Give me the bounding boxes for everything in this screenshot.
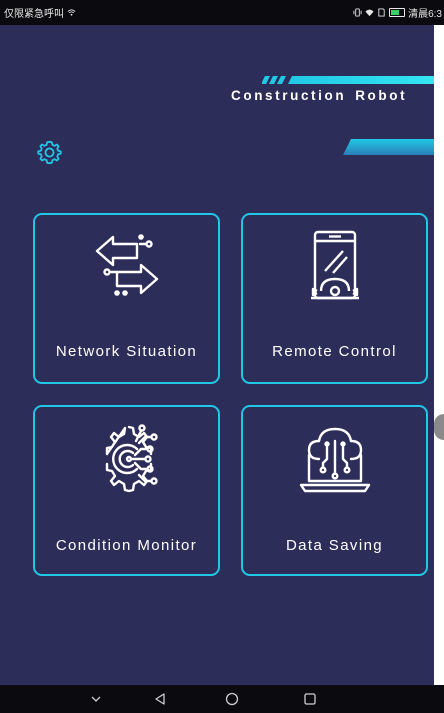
data-saving-card[interactable]: Data Saving: [241, 405, 428, 576]
chevron-down-icon[interactable]: [84, 685, 108, 713]
accent-bar-decoration: [343, 139, 434, 155]
sim-icon: [378, 8, 385, 17]
title-banner-decoration: [262, 76, 434, 84]
wifi-icon: [67, 9, 76, 16]
scroll-handle[interactable]: [434, 414, 444, 440]
battery-icon: [389, 8, 406, 17]
app-title-word-1: Construction: [231, 88, 347, 103]
vibrate-icon: [353, 8, 362, 17]
back-triangle-icon[interactable]: [148, 685, 172, 713]
card-label: Data Saving: [285, 537, 384, 554]
recents-square-icon[interactable]: [298, 685, 322, 713]
remote-control-phone-icon: [310, 230, 359, 300]
home-circle-icon[interactable]: [220, 685, 244, 713]
remote-control-card[interactable]: Remote Control: [241, 213, 428, 384]
network-situation-card[interactable]: Network Situation: [33, 213, 220, 384]
app-title-word-2: Robot: [355, 88, 408, 103]
edge-strip: [434, 25, 444, 685]
carrier-text: 仅限紧急呼叫: [4, 9, 64, 20]
gear-circuit-icon: [105, 424, 158, 493]
wifi-icon: [365, 9, 374, 17]
app-title: Construction Robot: [231, 88, 407, 103]
card-label: Network Situation: [55, 343, 198, 360]
card-label: Condition Monitor: [55, 537, 198, 554]
navigation-bar: [0, 685, 444, 713]
condition-monitor-card[interactable]: Condition Monitor: [33, 405, 220, 576]
gear-icon[interactable]: [36, 139, 63, 166]
network-transfer-icon: [95, 234, 158, 296]
status-bar: 仅限紧急呼叫 清晨6:3: [0, 0, 444, 25]
clock-text: 清晨6:3: [408, 9, 442, 20]
card-label: Remote Control: [272, 343, 397, 360]
cloud-laptop-icon: [299, 427, 370, 493]
